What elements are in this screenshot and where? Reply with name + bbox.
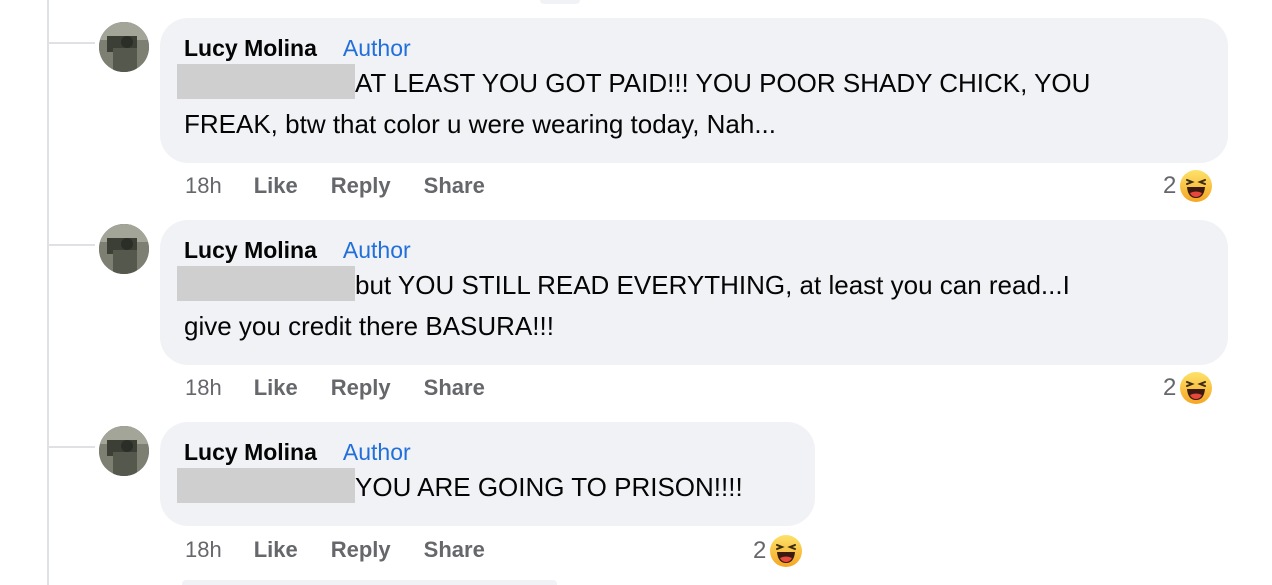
like-button[interactable]: Like — [254, 537, 298, 563]
author-name[interactable]: Lucy Molina — [184, 439, 317, 466]
avatar[interactable] — [99, 426, 149, 476]
comment-text-line: YOU ARE GOING TO PRISON!!!! — [355, 472, 743, 502]
comment-actions: 18h Like Reply Share — [185, 535, 518, 565]
comment-text-line: FREAK, btw that color u were wearing tod… — [184, 109, 777, 139]
haha-emoji-icon — [1180, 372, 1213, 404]
next-comment-edge — [182, 580, 557, 585]
comment-bubble: Lucy Molina Author but YOU STILL READ EV… — [160, 220, 1228, 365]
thread-branch — [49, 446, 95, 448]
share-button[interactable]: Share — [424, 173, 485, 199]
redacted-mention — [177, 64, 355, 99]
comment-bubble: Lucy Molina Author YOU ARE GOING TO PRIS… — [160, 422, 815, 526]
share-button[interactable]: Share — [424, 537, 485, 563]
author-name[interactable]: Lucy Molina — [184, 35, 317, 62]
comment-actions: 18h Like Reply Share — [185, 373, 518, 403]
comment-text: but YOU STILL READ EVERYTHING, at least … — [177, 265, 1204, 347]
thread-connector-line — [47, 0, 49, 585]
reaction-count: 2 — [753, 537, 767, 564]
timestamp[interactable]: 18h — [185, 173, 222, 199]
comment-text: AT LEAST YOU GOT PAID!!! YOU POOR SHADY … — [177, 63, 1204, 145]
timestamp[interactable]: 18h — [185, 537, 222, 563]
author-badge: Author — [342, 438, 411, 465]
comment-text: YOU ARE GOING TO PRISON!!!! — [177, 467, 791, 508]
reaction-summary[interactable]: 2 — [753, 531, 803, 571]
share-button[interactable]: Share — [424, 375, 485, 401]
author-badge: Author — [342, 236, 411, 263]
haha-emoji-icon — [770, 535, 803, 567]
timestamp[interactable]: 18h — [185, 375, 222, 401]
redacted-mention — [177, 468, 355, 503]
comment-actions: 18h Like Reply Share — [185, 171, 518, 201]
comment-bubble: Lucy Molina Author AT LEAST YOU GOT PAID… — [160, 18, 1228, 163]
reply-button[interactable]: Reply — [331, 537, 391, 563]
thread-branch — [49, 244, 95, 246]
thread-branch — [49, 42, 95, 44]
reply-button[interactable]: Reply — [331, 375, 391, 401]
redacted-mention — [177, 266, 355, 301]
reaction-count: 2 — [1163, 374, 1177, 401]
reaction-count: 2 — [1163, 172, 1177, 199]
author-name[interactable]: Lucy Molina — [184, 237, 317, 264]
reply-button[interactable]: Reply — [331, 173, 391, 199]
avatar[interactable] — [99, 22, 149, 72]
avatar[interactable] — [99, 224, 149, 274]
comment-text-line: give you credit there BASURA!!! — [184, 311, 554, 341]
reaction-summary[interactable]: 2 — [1163, 368, 1213, 408]
author-badge: Author — [342, 34, 411, 61]
comment-text-line: AT LEAST YOU GOT PAID!!! YOU POOR SHADY … — [355, 68, 1091, 98]
previous-comment-edge — [540, 0, 580, 4]
comment-text-line: but YOU STILL READ EVERYTHING, at least … — [355, 270, 1070, 300]
like-button[interactable]: Like — [254, 173, 298, 199]
reaction-summary[interactable]: 2 — [1163, 166, 1213, 206]
like-button[interactable]: Like — [254, 375, 298, 401]
haha-emoji-icon — [1180, 170, 1213, 202]
